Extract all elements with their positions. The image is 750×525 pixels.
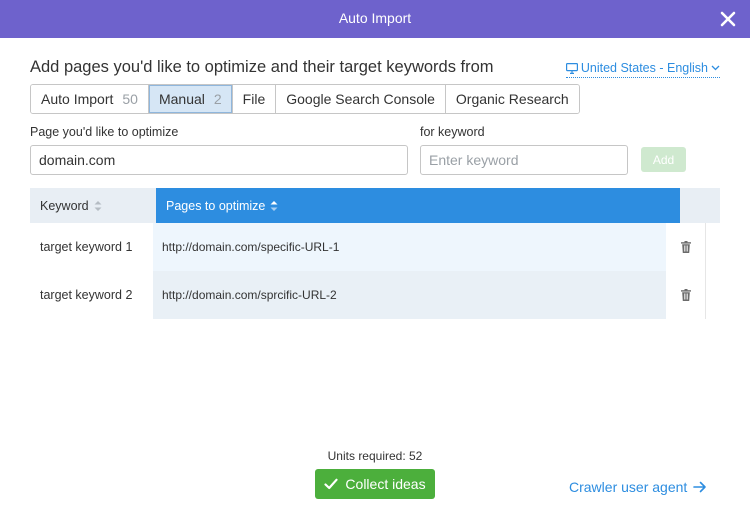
crawler-user-agent-link[interactable]: Crawler user agent xyxy=(569,479,707,495)
url-cell[interactable]: http://domain.com/specific-URL-1 xyxy=(153,223,666,271)
monitor-icon xyxy=(565,62,578,74)
add-button[interactable]: Add xyxy=(641,147,686,172)
url-cell[interactable]: http://domain.com/sprcific-URL-2 xyxy=(153,271,666,319)
tab-label: Google Search Console xyxy=(286,91,435,107)
units-required: Units required: 52 xyxy=(327,449,423,463)
delete-row-button[interactable] xyxy=(666,223,706,271)
tab-count: 2 xyxy=(213,91,222,107)
table-scrollbar-track xyxy=(705,223,706,319)
tab-label: Manual xyxy=(158,91,205,107)
arrow-right-icon xyxy=(693,481,707,493)
keyword-cell: target keyword 2 xyxy=(30,271,153,319)
keywords-table: Keyword Pages to optimize target keyword… xyxy=(30,188,720,319)
tab-count: 50 xyxy=(122,91,138,107)
collect-ideas-button[interactable]: Collect ideas xyxy=(315,469,435,499)
tab-label: Organic Research xyxy=(455,91,569,107)
tab-manual[interactable]: Manual 2 xyxy=(148,85,233,113)
dialog-title: Auto Import xyxy=(338,10,412,26)
crawler-link-label: Crawler user agent xyxy=(569,479,688,495)
sort-icon xyxy=(270,200,278,211)
trash-icon xyxy=(681,241,691,253)
keyword-field-label: for keyword xyxy=(420,125,485,139)
sort-icon xyxy=(94,200,102,211)
column-header-label: Keyword xyxy=(40,198,89,213)
locale-selector[interactable]: United States - English xyxy=(565,61,720,78)
checkmark-icon xyxy=(324,478,339,490)
column-header-pages[interactable]: Pages to optimize xyxy=(156,188,680,223)
keyword-cell: target keyword 1 xyxy=(30,223,153,271)
tab-organic-research[interactable]: Organic Research xyxy=(445,85,579,113)
table-row: target keyword 2 http://domain.com/sprci… xyxy=(30,271,706,319)
keyword-input[interactable] xyxy=(420,145,628,175)
locale-label: United States - English xyxy=(580,61,708,75)
collect-ideas-label: Collect ideas xyxy=(345,476,426,492)
table-header: Keyword Pages to optimize xyxy=(30,188,720,223)
delete-row-button[interactable] xyxy=(666,271,706,319)
tab-label: Auto Import xyxy=(41,91,114,107)
tab-file[interactable]: File xyxy=(232,85,277,113)
tab-google-search-console[interactable]: Google Search Console xyxy=(276,85,446,113)
trash-icon xyxy=(681,289,691,301)
source-tabs: Auto Import 50 Manual 2 File Google Sear… xyxy=(30,84,580,114)
table-row: target keyword 1 http://domain.com/speci… xyxy=(30,223,706,271)
page-field-label: Page you'd like to optimize xyxy=(30,125,179,139)
dialog-heading: Add pages you'd like to optimize and the… xyxy=(30,58,494,76)
dialog-titlebar: Auto Import xyxy=(0,0,750,38)
tab-label: File xyxy=(242,91,266,107)
column-header-keyword[interactable]: Keyword xyxy=(30,188,156,223)
column-header-label: Pages to optimize xyxy=(166,198,266,213)
close-icon[interactable] xyxy=(718,9,738,29)
page-url-input[interactable] xyxy=(30,145,408,175)
chevron-down-icon xyxy=(711,65,720,71)
tab-auto-import[interactable]: Auto Import 50 xyxy=(31,85,149,113)
